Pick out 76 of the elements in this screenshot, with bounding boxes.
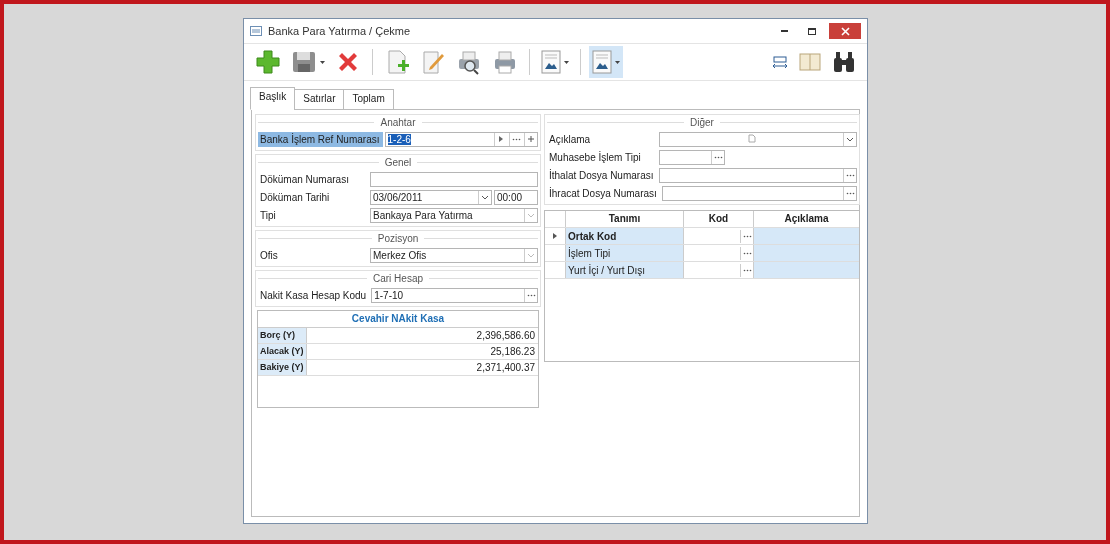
- report-icon: [592, 50, 612, 74]
- close-button[interactable]: [829, 23, 861, 39]
- field-label: Açıklama: [548, 132, 592, 147]
- row-header: Borç (Y): [258, 328, 306, 343]
- binoculars-icon: [832, 50, 856, 74]
- field-label: Tipi: [259, 208, 277, 223]
- play-icon[interactable]: [499, 136, 503, 142]
- lookup-cell[interactable]: [683, 228, 753, 244]
- book-icon: [798, 52, 822, 72]
- table-cell: Ortak Kod: [565, 228, 683, 244]
- lookup-cell[interactable]: [683, 245, 753, 261]
- lookup-field[interactable]: [659, 149, 725, 165]
- time-field[interactable]: 00:00: [494, 189, 538, 205]
- lookup-field[interactable]: [659, 167, 857, 183]
- chevron-down-icon[interactable]: [481, 194, 489, 200]
- ellipsis-icon[interactable]: [526, 293, 536, 297]
- section-title: Genel: [384, 156, 412, 168]
- print-preview-icon: [456, 49, 482, 75]
- section-title: Pozisyon: [377, 232, 419, 244]
- close-icon: [840, 26, 850, 36]
- row-header: Bakiye (Y): [258, 360, 306, 375]
- section-title: Diğer: [690, 116, 714, 128]
- ellipsis-icon[interactable]: [742, 268, 752, 272]
- document-pencil-icon: [420, 49, 446, 75]
- memo-dropdown-field[interactable]: [659, 131, 857, 147]
- field-label: Banka İşlem Ref Numarası: [258, 131, 383, 147]
- tab[interactable]: Satırlar: [294, 89, 345, 110]
- dropdown-field[interactable]: Bankaya Para Yatırma: [370, 207, 538, 223]
- lookup-field[interactable]: 1-7-10: [371, 287, 538, 303]
- report-icon: [541, 50, 561, 74]
- field-label: Muhasebe İşlem Tipi: [548, 150, 642, 165]
- lookup-field[interactable]: [661, 185, 857, 201]
- toolbar-button[interactable]: [589, 46, 623, 78]
- fit-width-icon: [772, 54, 788, 70]
- caret-icon[interactable]: [564, 60, 569, 64]
- amount-cell: 2,371,400.37: [306, 360, 538, 375]
- field-label: İhracat Dosya Numarası: [548, 186, 658, 201]
- caret-icon[interactable]: [320, 60, 325, 64]
- chevron-down-icon[interactable]: [846, 136, 854, 142]
- printer-icon: [492, 49, 518, 75]
- amount-cell: 2,396,586.60: [306, 328, 538, 343]
- ellipsis-icon[interactable]: [742, 234, 752, 238]
- field-label: İthalat Dosya Numarası: [548, 168, 655, 183]
- field-label: Nakit Kasa Hesap Kodu: [259, 288, 368, 303]
- tab[interactable]: Toplam: [343, 89, 394, 110]
- plus-icon: [255, 49, 281, 75]
- maximize-icon: [808, 27, 816, 35]
- note-icon: [747, 133, 756, 143]
- lookup-cell[interactable]: [683, 262, 753, 278]
- section-title: Anahtar: [380, 116, 416, 128]
- field-label: Döküman Numarası: [259, 172, 350, 187]
- section-title: Cari Hesap: [373, 272, 423, 284]
- ellipsis-icon[interactable]: [845, 173, 855, 177]
- tab[interactable]: Başlık: [250, 87, 296, 110]
- table-cell: İşlem Tipi: [565, 245, 683, 261]
- column-header: Tanımı: [565, 211, 683, 227]
- date-field[interactable]: 03/06/2011: [370, 189, 492, 205]
- field-label: Döküman Tarihi: [259, 190, 331, 205]
- dropdown-field[interactable]: Merkez Ofis: [370, 247, 538, 263]
- ellipsis-icon[interactable]: [511, 137, 521, 141]
- field-label: Ofis: [259, 248, 279, 263]
- app-icon: [250, 26, 262, 36]
- window-title: Banka Para Yatırma / Çekme: [268, 25, 412, 37]
- ellipsis-icon[interactable]: [742, 251, 752, 255]
- caret-icon[interactable]: [615, 60, 620, 64]
- key-field[interactable]: 1-2-6: [384, 131, 538, 147]
- minimize-icon: [780, 30, 788, 32]
- input-field[interactable]: [370, 171, 538, 187]
- ellipsis-icon[interactable]: [845, 191, 855, 195]
- row-header: Alacak (Y): [258, 344, 306, 359]
- column-header: Açıklama: [753, 211, 859, 227]
- ellipsis-icon[interactable]: [713, 155, 723, 159]
- amount-cell: 25,186.23: [306, 344, 538, 359]
- column-header: Kod: [683, 211, 753, 227]
- plus-icon[interactable]: [528, 136, 534, 142]
- table-cell: Yurt İçi / Yurt Dışı: [565, 262, 683, 278]
